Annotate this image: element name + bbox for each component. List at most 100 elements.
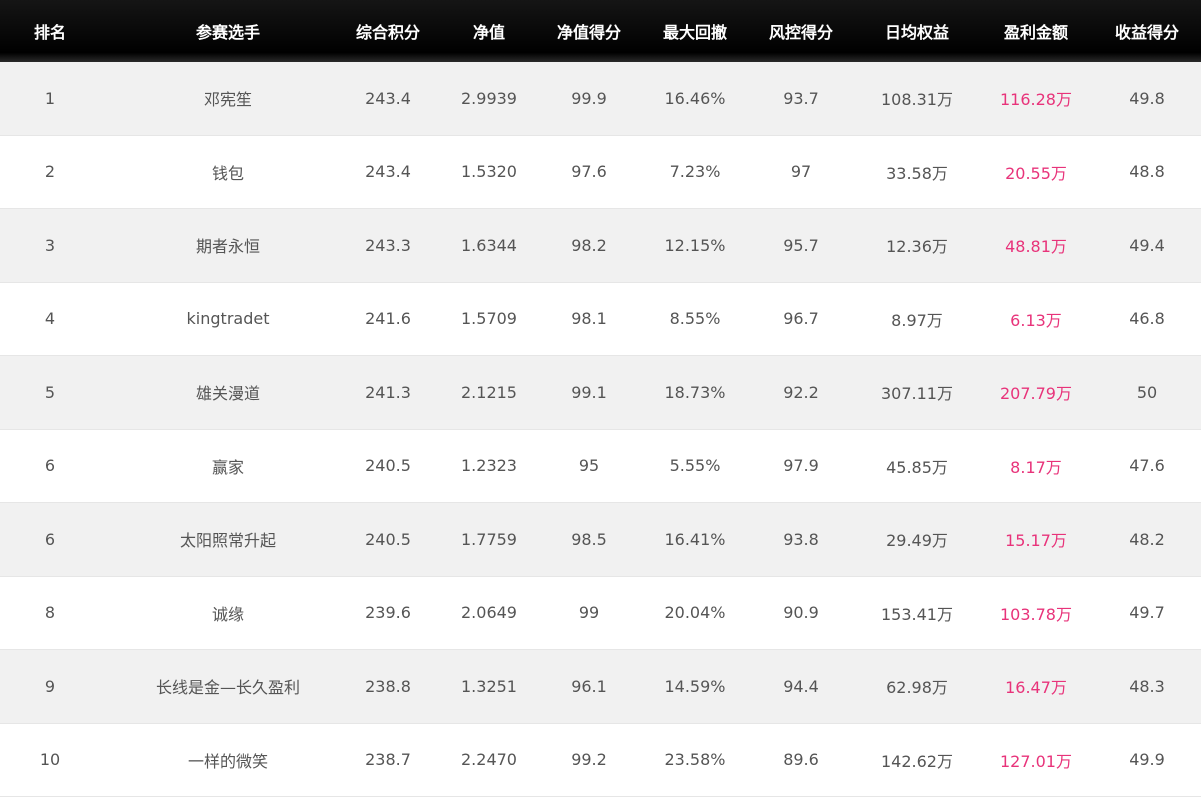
table-row: 3 期者永恒 243.3 1.6344 98.2 12.15% 95.7 12.… [0, 209, 1201, 283]
max-drawdown-cell: 7.23% [669, 162, 721, 182]
return-score-cell: 49.9 [1129, 750, 1165, 770]
net-value-score-cell: 99.1 [571, 382, 607, 402]
total-score-cell: 238.7 [365, 750, 411, 770]
max-drawdown-cell: 16.46% [664, 88, 726, 108]
risk-score-cell: 94.4 [783, 676, 819, 696]
net-value-score-cell: 95 [578, 456, 600, 476]
header-rank: 排名 [33, 23, 66, 42]
rank-cell: 5 [44, 382, 56, 402]
table-header: 排名 参赛选手 综合积分 净值 净值得分 最大回撤 风控得分 日均权益 盈利金额… [0, 0, 1201, 62]
daily-equity-cell: 12.36万 [886, 237, 948, 257]
player-name-cell[interactable]: 诚缘 [118, 601, 338, 625]
net-value-cell: 1.3251 [461, 676, 517, 696]
total-score-cell: 240.5 [365, 529, 411, 549]
table-row: 4 kingtradet 241.6 1.5709 98.1 8.55% 96.… [0, 282, 1201, 356]
net-value-score-cell: 97.6 [571, 162, 607, 182]
net-value-cell: 2.1215 [461, 382, 517, 402]
header-risk-score: 风控得分 [768, 23, 833, 42]
return-score-cell: 46.8 [1129, 309, 1165, 329]
profit-amount-cell: 48.81万 [1005, 237, 1067, 257]
player-name-cell[interactable]: 邓宪笙 [118, 86, 338, 110]
profit-amount-cell: 103.78万 [1000, 604, 1072, 624]
rank-cell: 1 [44, 88, 56, 108]
total-score-cell: 241.6 [365, 309, 411, 329]
table-row: 6 太阳照常升起 240.5 1.7759 98.5 16.41% 93.8 2… [0, 503, 1201, 577]
max-drawdown-cell: 5.55% [669, 456, 721, 476]
rank-cell: 4 [44, 309, 56, 329]
net-value-score-cell: 99.2 [571, 750, 607, 770]
profit-amount-cell: 16.47万 [1005, 678, 1067, 698]
rank-cell: 8 [44, 603, 56, 623]
return-score-cell: 48.8 [1129, 162, 1165, 182]
net-value-score-cell: 98.5 [571, 529, 607, 549]
header-max-drawdown: 最大回撤 [662, 23, 727, 42]
table-row: 6 赢家 240.5 1.2323 95 5.55% 97.9 45.85万 8… [0, 429, 1201, 503]
risk-score-cell: 89.6 [783, 750, 819, 770]
player-name-cell[interactable]: 钱包 [118, 160, 338, 184]
player-name-cell[interactable]: 一样的微笑 [118, 748, 338, 772]
player-name-cell[interactable]: 雄关漫道 [118, 380, 338, 404]
player-name-cell[interactable]: 太阳照常升起 [118, 527, 338, 551]
net-value-score-cell: 99 [578, 603, 600, 623]
net-value-cell: 1.6344 [461, 235, 517, 255]
risk-score-cell: 90.9 [783, 603, 819, 623]
net-value-cell: 2.2470 [461, 750, 517, 770]
rank-cell: 6 [44, 529, 56, 549]
header-player: 参赛选手 [195, 23, 260, 42]
player-name-cell[interactable]: kingtradet [118, 309, 338, 328]
profit-amount-cell: 116.28万 [1000, 90, 1072, 110]
daily-equity-cell: 108.31万 [881, 90, 953, 110]
daily-equity-cell: 142.62万 [881, 751, 953, 771]
table-row: 8 诚缘 239.6 2.0649 99 20.04% 90.9 153.41万… [0, 576, 1201, 650]
total-score-cell: 241.3 [365, 382, 411, 402]
player-name-cell[interactable]: 长线是金—长久盈利 [118, 674, 338, 698]
header-profit-amount: 盈利金额 [1003, 23, 1068, 42]
risk-score-cell: 96.7 [783, 309, 819, 329]
header-total-score: 综合积分 [355, 23, 420, 42]
player-name-cell[interactable]: 期者永恒 [118, 233, 338, 257]
risk-score-cell: 97.9 [783, 456, 819, 476]
return-score-cell: 48.3 [1129, 676, 1165, 696]
total-score-cell: 238.8 [365, 676, 411, 696]
header-net-value: 净值 [472, 23, 505, 42]
return-score-cell: 49.7 [1129, 603, 1165, 623]
max-drawdown-cell: 20.04% [664, 603, 726, 623]
net-value-cell: 1.5709 [461, 309, 517, 329]
table-row: 1 邓宪笙 243.4 2.9939 99.9 16.46% 93.7 108.… [0, 62, 1201, 136]
total-score-cell: 243.4 [365, 162, 411, 182]
total-score-cell: 239.6 [365, 603, 411, 623]
net-value-score-cell: 98.2 [571, 235, 607, 255]
header-net-value-score: 净值得分 [556, 23, 621, 42]
max-drawdown-cell: 12.15% [664, 235, 726, 255]
net-value-cell: 1.5320 [461, 162, 517, 182]
risk-score-cell: 95.7 [783, 235, 819, 255]
table-row: 2 钱包 243.4 1.5320 97.6 7.23% 97 33.58万 2… [0, 135, 1201, 209]
player-name-cell[interactable]: 赢家 [118, 454, 338, 478]
return-score-cell: 49.8 [1129, 88, 1165, 108]
rank-cell: 2 [44, 162, 56, 182]
risk-score-cell: 92.2 [783, 382, 819, 402]
return-score-cell: 50 [1136, 382, 1158, 402]
daily-equity-cell: 33.58万 [886, 163, 948, 183]
max-drawdown-cell: 16.41% [664, 529, 726, 549]
daily-equity-cell: 8.97万 [891, 310, 943, 330]
profit-amount-cell: 6.13万 [1010, 310, 1062, 330]
rank-cell: 9 [44, 676, 56, 696]
rank-cell: 3 [44, 235, 56, 255]
daily-equity-cell: 45.85万 [886, 457, 948, 477]
table-row: 9 长线是金—长久盈利 238.8 1.3251 96.1 14.59% 94.… [0, 650, 1201, 724]
risk-score-cell: 97 [790, 162, 812, 182]
max-drawdown-cell: 14.59% [664, 676, 726, 696]
profit-amount-cell: 15.17万 [1005, 531, 1067, 551]
risk-score-cell: 93.8 [783, 529, 819, 549]
max-drawdown-cell: 23.58% [664, 750, 726, 770]
daily-equity-cell: 153.41万 [881, 604, 953, 624]
return-score-cell: 49.4 [1129, 235, 1165, 255]
net-value-score-cell: 98.1 [571, 309, 607, 329]
total-score-cell: 240.5 [365, 456, 411, 476]
daily-equity-cell: 307.11万 [881, 384, 953, 404]
net-value-score-cell: 96.1 [571, 676, 607, 696]
net-value-cell: 1.2323 [461, 456, 517, 476]
daily-equity-cell: 62.98万 [886, 678, 948, 698]
max-drawdown-cell: 18.73% [664, 382, 726, 402]
